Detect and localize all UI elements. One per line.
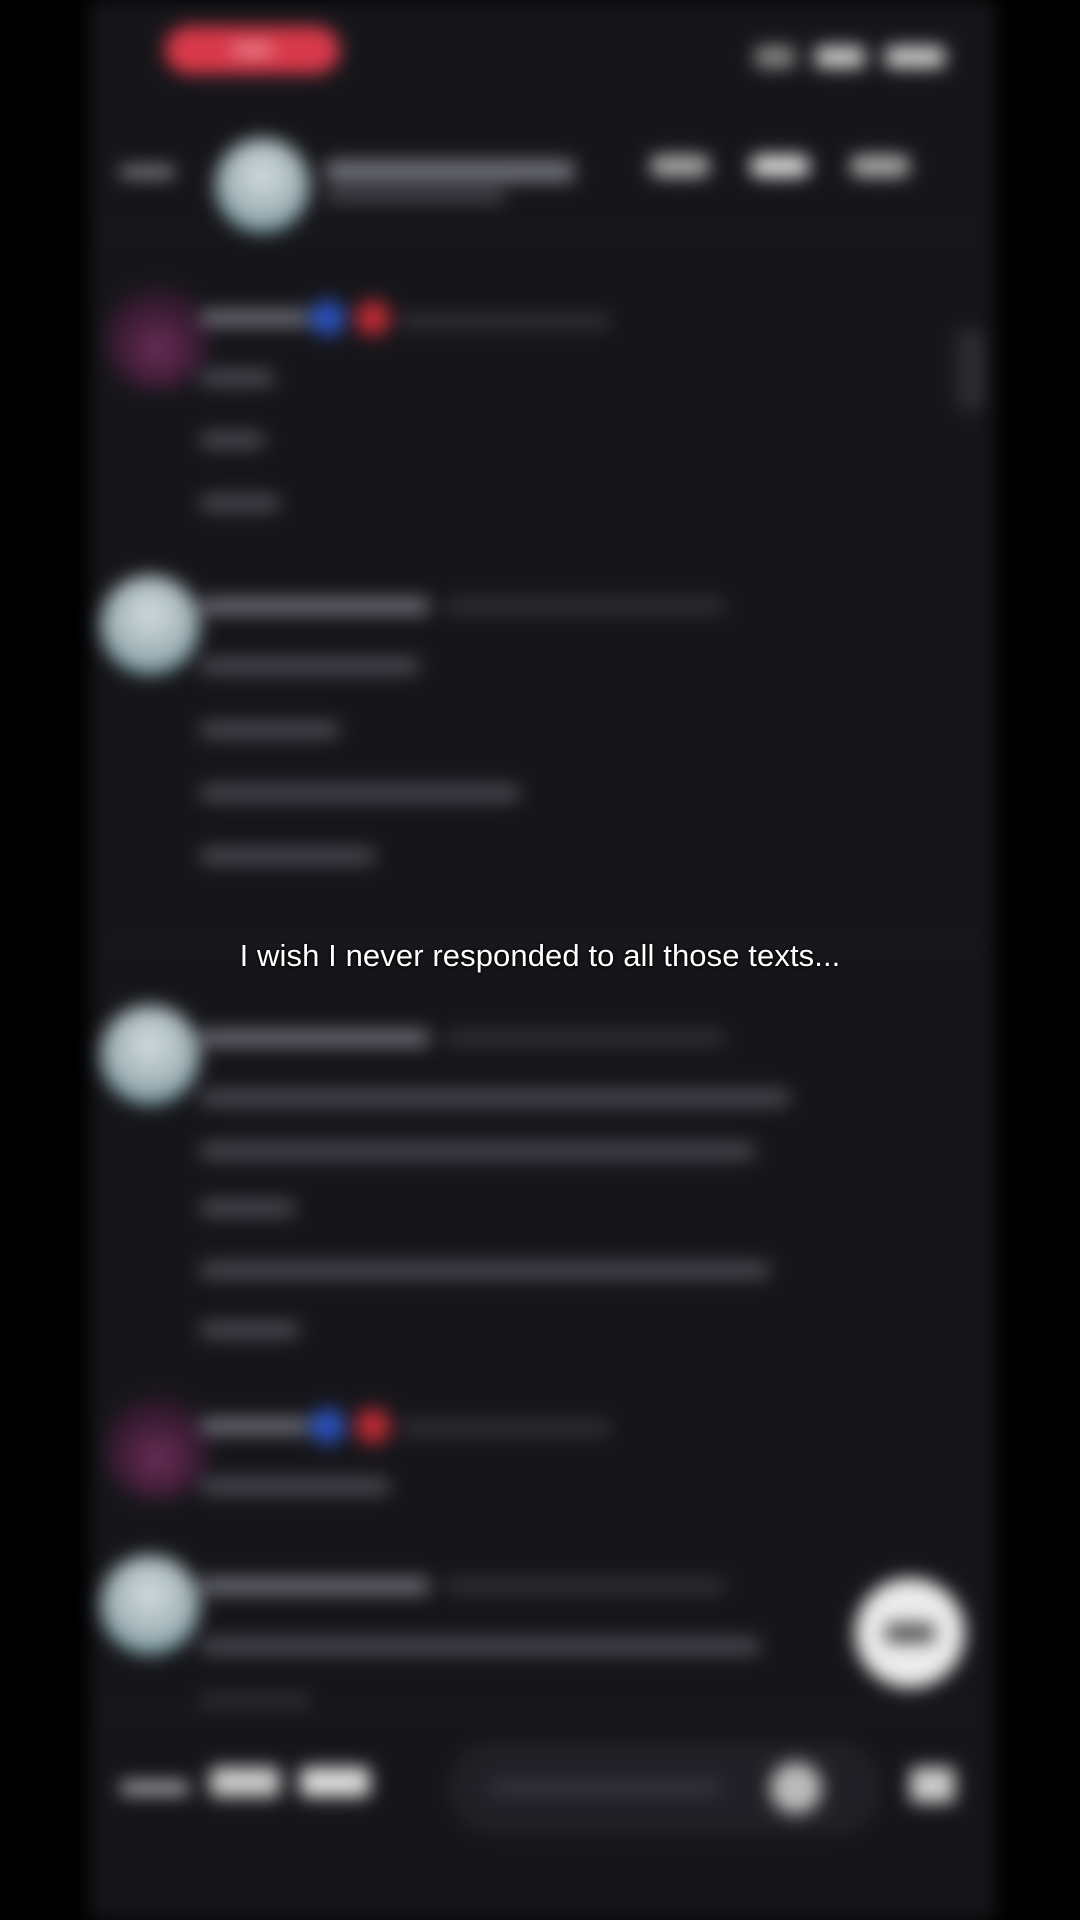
call-icon[interactable] — [650, 155, 710, 177]
message-blur — [200, 1695, 310, 1705]
message-blur — [200, 1090, 790, 1106]
message-input[interactable] — [450, 1742, 880, 1834]
sender-avatar — [100, 1555, 200, 1655]
message-blur — [200, 432, 265, 448]
message-blur — [200, 1200, 295, 1216]
message-blur — [200, 1262, 770, 1278]
back-icon[interactable] — [120, 168, 175, 176]
mic-icon[interactable] — [910, 1767, 955, 1803]
sender-avatar — [105, 1395, 210, 1500]
message-blur — [200, 495, 280, 511]
contact-avatar[interactable] — [215, 138, 310, 233]
contact-status-blur — [325, 190, 505, 202]
sender-name-blur — [200, 1418, 310, 1434]
badge-icon — [355, 300, 391, 336]
message-blur — [200, 370, 275, 386]
chat-header — [90, 110, 995, 233]
message-blur — [200, 722, 340, 738]
message-blur — [200, 658, 420, 674]
sender-name-blur — [200, 598, 430, 614]
timestamp-blur — [445, 1580, 725, 1592]
sender-avatar — [100, 1005, 200, 1105]
message-blur — [200, 848, 375, 864]
sender-avatar — [105, 285, 210, 390]
status-bar-icons — [755, 46, 945, 68]
timestamp-blur — [400, 1422, 610, 1434]
sender-name-blur — [200, 310, 310, 326]
badge-icon — [355, 1408, 391, 1444]
screen: I wish I never responded to all those te… — [0, 0, 1080, 1920]
sender-avatar — [100, 575, 200, 675]
sender-name-blur — [200, 1578, 430, 1594]
info-icon[interactable] — [850, 155, 910, 177]
badge-icon — [310, 300, 346, 336]
message-blur — [200, 1322, 300, 1338]
recording-pill — [165, 26, 340, 74]
timestamp-blur — [445, 600, 725, 612]
badge-icon — [310, 1408, 346, 1444]
message-blur — [200, 1143, 755, 1159]
message-blur — [200, 1638, 760, 1654]
contact-name-blur — [325, 160, 575, 182]
message-blur — [200, 1478, 390, 1494]
emoji-icon[interactable] — [770, 1762, 822, 1814]
composer-bar — [90, 1710, 995, 1920]
scroll-down-button[interactable] — [855, 1578, 965, 1688]
gif-icon[interactable] — [210, 1767, 280, 1797]
timestamp-blur — [445, 1032, 725, 1044]
video-icon[interactable] — [750, 155, 810, 177]
scrollbar[interactable] — [957, 330, 985, 410]
sticker-icon[interactable] — [300, 1767, 370, 1797]
message-blur — [200, 785, 520, 801]
plus-icon[interactable] — [120, 1782, 190, 1794]
sender-name-blur — [200, 1030, 430, 1046]
overlay-caption: I wish I never responded to all those te… — [239, 938, 841, 973]
timestamp-blur — [400, 315, 610, 327]
